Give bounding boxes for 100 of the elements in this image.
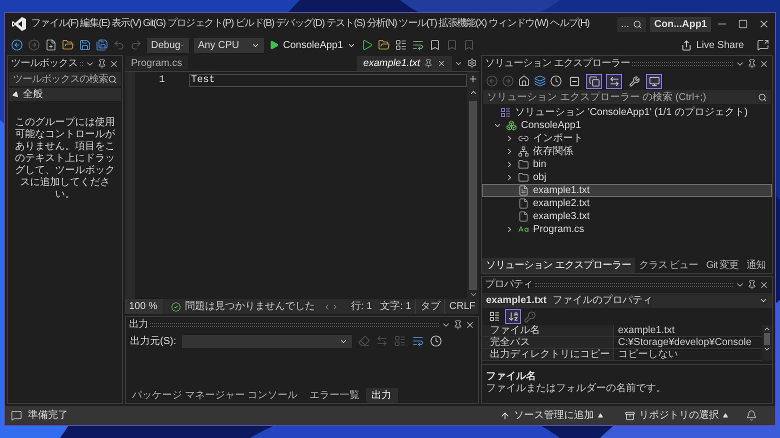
scroll-up-icon[interactable]	[763, 325, 771, 333]
tree-item[interactable]: 依存関係	[482, 145, 772, 158]
bookmark-icon[interactable]	[429, 39, 442, 51]
menu-item[interactable]: ビルド(B)	[235, 18, 274, 30]
tree-item[interactable]: bin	[482, 158, 772, 171]
zoom-dropdown[interactable]: 100 %	[125, 299, 163, 314]
scroll-right-icon[interactable]	[331, 302, 339, 310]
scroll-down-icon[interactable]	[468, 290, 478, 299]
scroll-down-icon[interactable]	[763, 345, 771, 353]
vertical-scrollbar[interactable]	[762, 325, 772, 361]
expander-icon[interactable]	[505, 134, 514, 143]
repository-button[interactable]: リポジトリの選択	[621, 408, 732, 423]
tree-item[interactable]: obj	[482, 171, 772, 184]
new-file-icon[interactable]	[45, 39, 57, 51]
platform-dropdown[interactable]: Any CPU	[194, 38, 264, 52]
tree-item[interactable]: Program.cs	[482, 223, 772, 236]
scrollbar-thumb[interactable]	[764, 333, 770, 345]
property-value[interactable]: example1.txt	[614, 325, 762, 337]
start-button[interactable]: ConsoleApp1	[269, 38, 356, 52]
feedback-icon[interactable]	[757, 39, 769, 51]
panel-tab[interactable]: ソリューション エクスプローラー	[482, 258, 635, 273]
start-without-debugging-icon[interactable]	[361, 39, 374, 51]
menu-item[interactable]: 分析(N)	[366, 18, 397, 30]
save-icon[interactable]	[79, 39, 91, 51]
panel-tab[interactable]: 通知	[742, 258, 770, 273]
search-field[interactable]: ツールボックスの検索	[9, 72, 121, 86]
group-header[interactable]: 全般	[9, 88, 121, 101]
property-value[interactable]: C:¥Storage¥develop¥Console	[614, 337, 762, 349]
tree-item[interactable]: example1.txt	[482, 184, 772, 197]
panel-tab[interactable]: 出力	[366, 388, 398, 403]
menu-item[interactable]: デバッグ(D)	[276, 18, 324, 30]
clock-icon[interactable]	[430, 335, 442, 347]
toggle-button[interactable]	[586, 74, 602, 88]
menu-item[interactable]: ツール(T)	[398, 18, 437, 30]
search-button[interactable]: ...	[616, 16, 646, 32]
settings-icon[interactable]	[467, 58, 477, 68]
property-value[interactable]: コピーしない	[614, 349, 762, 361]
close-icon[interactable]	[758, 18, 770, 30]
horizontal-scrollbar[interactable]	[323, 302, 339, 311]
tree-item[interactable]: インポート	[482, 132, 772, 145]
home-icon[interactable]	[518, 75, 530, 87]
close-icon[interactable]	[437, 58, 446, 68]
tree-item[interactable]: example3.txt	[482, 210, 772, 223]
document-tab[interactable]: Program.cs	[125, 56, 188, 70]
close-icon[interactable]	[109, 59, 119, 69]
keep-open-icon[interactable]	[424, 58, 433, 68]
pin-icon[interactable]	[97, 59, 107, 69]
expander-icon[interactable]	[505, 173, 514, 182]
menu-item[interactable]: Git(G)	[142, 18, 166, 30]
scrollbar-thumb[interactable]	[469, 101, 477, 290]
word-wrap-icon[interactable]	[412, 335, 424, 347]
menu-item[interactable]: ヘルプ(H)	[550, 18, 590, 30]
split-icon[interactable]	[468, 74, 478, 84]
toggle-button[interactable]	[646, 74, 662, 88]
configuration-dropdown[interactable]: Debug	[147, 38, 189, 52]
pin-icon[interactable]	[747, 280, 757, 290]
open-folder-icon[interactable]	[62, 39, 74, 51]
toggle-button[interactable]	[505, 309, 521, 324]
tree-item[interactable]: ConsoleApp1	[482, 119, 772, 132]
indent-indicator[interactable]: タブ	[415, 299, 444, 314]
object-selector[interactable]: example1.txt ファイルのプロパティ	[482, 293, 772, 308]
layout-icon[interactable]	[395, 39, 408, 51]
key-icon[interactable]	[524, 310, 536, 322]
source-control-button[interactable]: ソース管理に追加	[496, 408, 607, 423]
scroll-left-icon[interactable]	[323, 302, 331, 310]
vertical-scrollbar[interactable]	[467, 72, 479, 299]
live-share-button[interactable]: Live Share	[681, 38, 744, 52]
line-ending-indicator[interactable]: CRLF	[444, 299, 480, 314]
maximize-icon[interactable]	[738, 19, 748, 29]
menu-item[interactable]: 拡張機能(X)	[438, 18, 486, 30]
expander-icon[interactable]	[505, 147, 514, 156]
panel-tab[interactable]: パッケージ マネージャー コンソール	[126, 388, 304, 403]
notification-icon[interactable]	[11, 410, 22, 421]
panel-tab[interactable]: クラス ビュー	[634, 258, 702, 273]
redo-icon[interactable]	[130, 39, 142, 51]
menu-item[interactable]: 編集(E)	[80, 18, 110, 30]
expander-icon[interactable]	[493, 121, 502, 130]
pin-icon[interactable]	[747, 59, 757, 69]
save-all-icon[interactable]	[96, 39, 108, 51]
tree-item[interactable]: example2.txt	[482, 197, 772, 210]
close-icon[interactable]	[465, 320, 475, 330]
expander-icon[interactable]	[505, 225, 514, 234]
menu-item[interactable]: ファイル(F)	[31, 18, 78, 30]
pin-icon[interactable]	[453, 320, 463, 330]
menu-item[interactable]: テスト(S)	[326, 18, 365, 30]
undo-icon[interactable]	[113, 39, 125, 51]
expander-icon[interactable]	[505, 160, 514, 169]
panel-tab[interactable]: エラー一覧	[304, 388, 366, 403]
close-icon[interactable]	[759, 280, 769, 290]
scroll-up-icon[interactable]	[468, 88, 478, 97]
back-icon[interactable]	[11, 39, 23, 51]
bell-icon[interactable]	[746, 410, 757, 421]
menu-item[interactable]: ウィンドウ(W)	[488, 18, 548, 30]
toggle-button[interactable]	[606, 74, 622, 88]
menu-item[interactable]: プロジェクト(P)	[167, 18, 234, 30]
document-tab[interactable]: example1.txt	[357, 56, 452, 70]
tree-item[interactable]: ソリューション 'ConsoleApp1' (1/1 のプロジェクト)	[482, 106, 772, 119]
panel-tab[interactable]: Git 変更	[702, 258, 743, 273]
search-field[interactable]: ソリューション エクスプローラー の検索 (Ctrl+;)	[483, 90, 771, 104]
forward-icon[interactable]	[28, 39, 40, 51]
